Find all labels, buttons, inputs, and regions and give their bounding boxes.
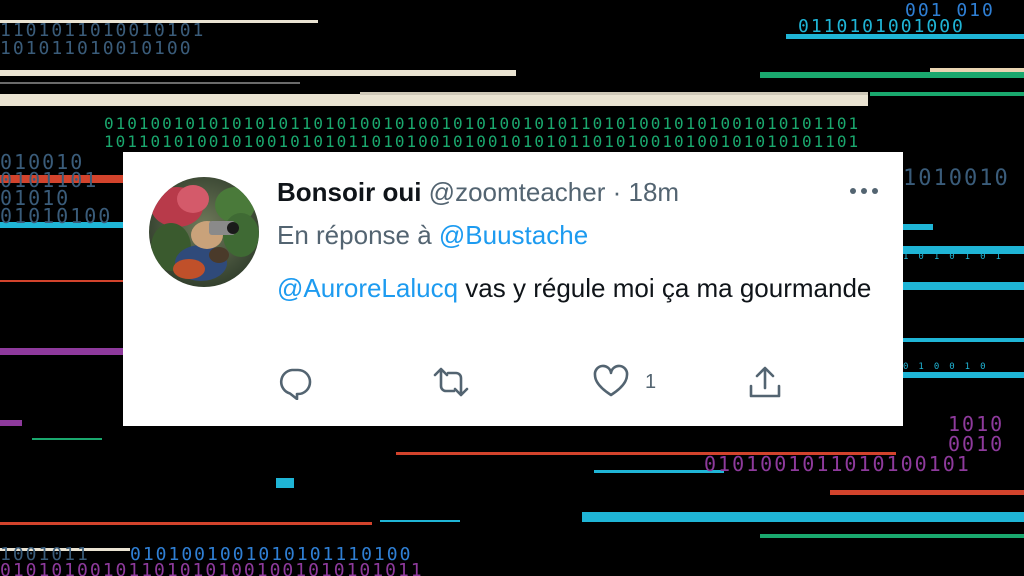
- share-button[interactable]: [747, 362, 783, 402]
- glitch-bar: [276, 478, 294, 488]
- glitch-bar: [0, 522, 372, 525]
- binary-text: 0110101001000: [798, 16, 965, 37]
- tweet-card: Bonsoir oui @zoomteacher · 18m En répons…: [123, 152, 903, 426]
- glitch-bar: [760, 72, 1024, 78]
- like-count: 1: [645, 370, 657, 393]
- glitch-bar: [903, 338, 1024, 342]
- binary-text: 010010: [903, 362, 996, 372]
- avatar-image: [149, 177, 259, 287]
- binary-text: 1011010100101001010101101010010100101010…: [104, 132, 861, 151]
- binary-text: 1010101: [903, 252, 1011, 262]
- glitch-bar: [0, 280, 123, 282]
- glitch-bar: [582, 512, 1024, 522]
- binary-text: 01010100: [0, 204, 113, 228]
- separator-dot: ·: [612, 177, 622, 207]
- display-name[interactable]: Bonsoir oui: [277, 177, 421, 207]
- glitch-bar: [903, 372, 1024, 378]
- retweet-icon: [433, 367, 469, 397]
- tweet-header: Bonsoir oui @zoomteacher · 18m: [277, 177, 679, 208]
- glitch-bar: [903, 224, 933, 230]
- retweet-button[interactable]: [433, 362, 469, 402]
- glitch-bar: [870, 92, 1024, 96]
- binary-text: 0101001011010100101: [704, 452, 971, 476]
- glitch-bar: [380, 520, 460, 522]
- mention-link[interactable]: @AuroreLalucq: [277, 273, 458, 303]
- avatar[interactable]: [149, 177, 259, 287]
- binary-text: 010101001011010101001001010101011: [0, 560, 424, 576]
- tweet-time[interactable]: 18m: [629, 177, 680, 207]
- binary-text: 0101001010101010110101001010010101001010…: [104, 114, 861, 133]
- user-handle[interactable]: @zoomteacher: [429, 177, 606, 207]
- reply-icon: [279, 368, 312, 400]
- like-icon: [593, 364, 629, 397]
- glitch-bar: [0, 94, 868, 106]
- more-icon[interactable]: [849, 186, 879, 196]
- binary-text: 101011010010100: [0, 38, 193, 59]
- reply-button[interactable]: [277, 362, 313, 402]
- tweet-actions: 1: [277, 362, 817, 402]
- glitch-bar: [903, 282, 1024, 290]
- tweet-body: vas y régule moi ça ma gourmande: [465, 273, 872, 303]
- glitch-bar: [360, 92, 868, 95]
- glitch-bar: [0, 70, 516, 76]
- glitch-bar: [0, 82, 300, 84]
- share-icon: [749, 366, 781, 398]
- glitch-bar: [0, 348, 123, 355]
- glitch-bar: [830, 490, 1024, 495]
- reply-prefix: En réponse à: [277, 220, 432, 250]
- glitch-bar: [0, 420, 22, 426]
- reply-context: En réponse à @Buustache: [277, 220, 588, 251]
- glitch-bar: [760, 534, 1024, 538]
- binary-text: 1010010: [903, 166, 1010, 191]
- glitch-bar: [32, 438, 102, 440]
- reply-to-link[interactable]: @Buustache: [439, 220, 588, 250]
- glitch-bar: [930, 68, 1024, 72]
- tweet-text: @AuroreLalucq vas y régule moi ça ma gou…: [277, 268, 877, 308]
- like-button[interactable]: 1: [593, 362, 656, 402]
